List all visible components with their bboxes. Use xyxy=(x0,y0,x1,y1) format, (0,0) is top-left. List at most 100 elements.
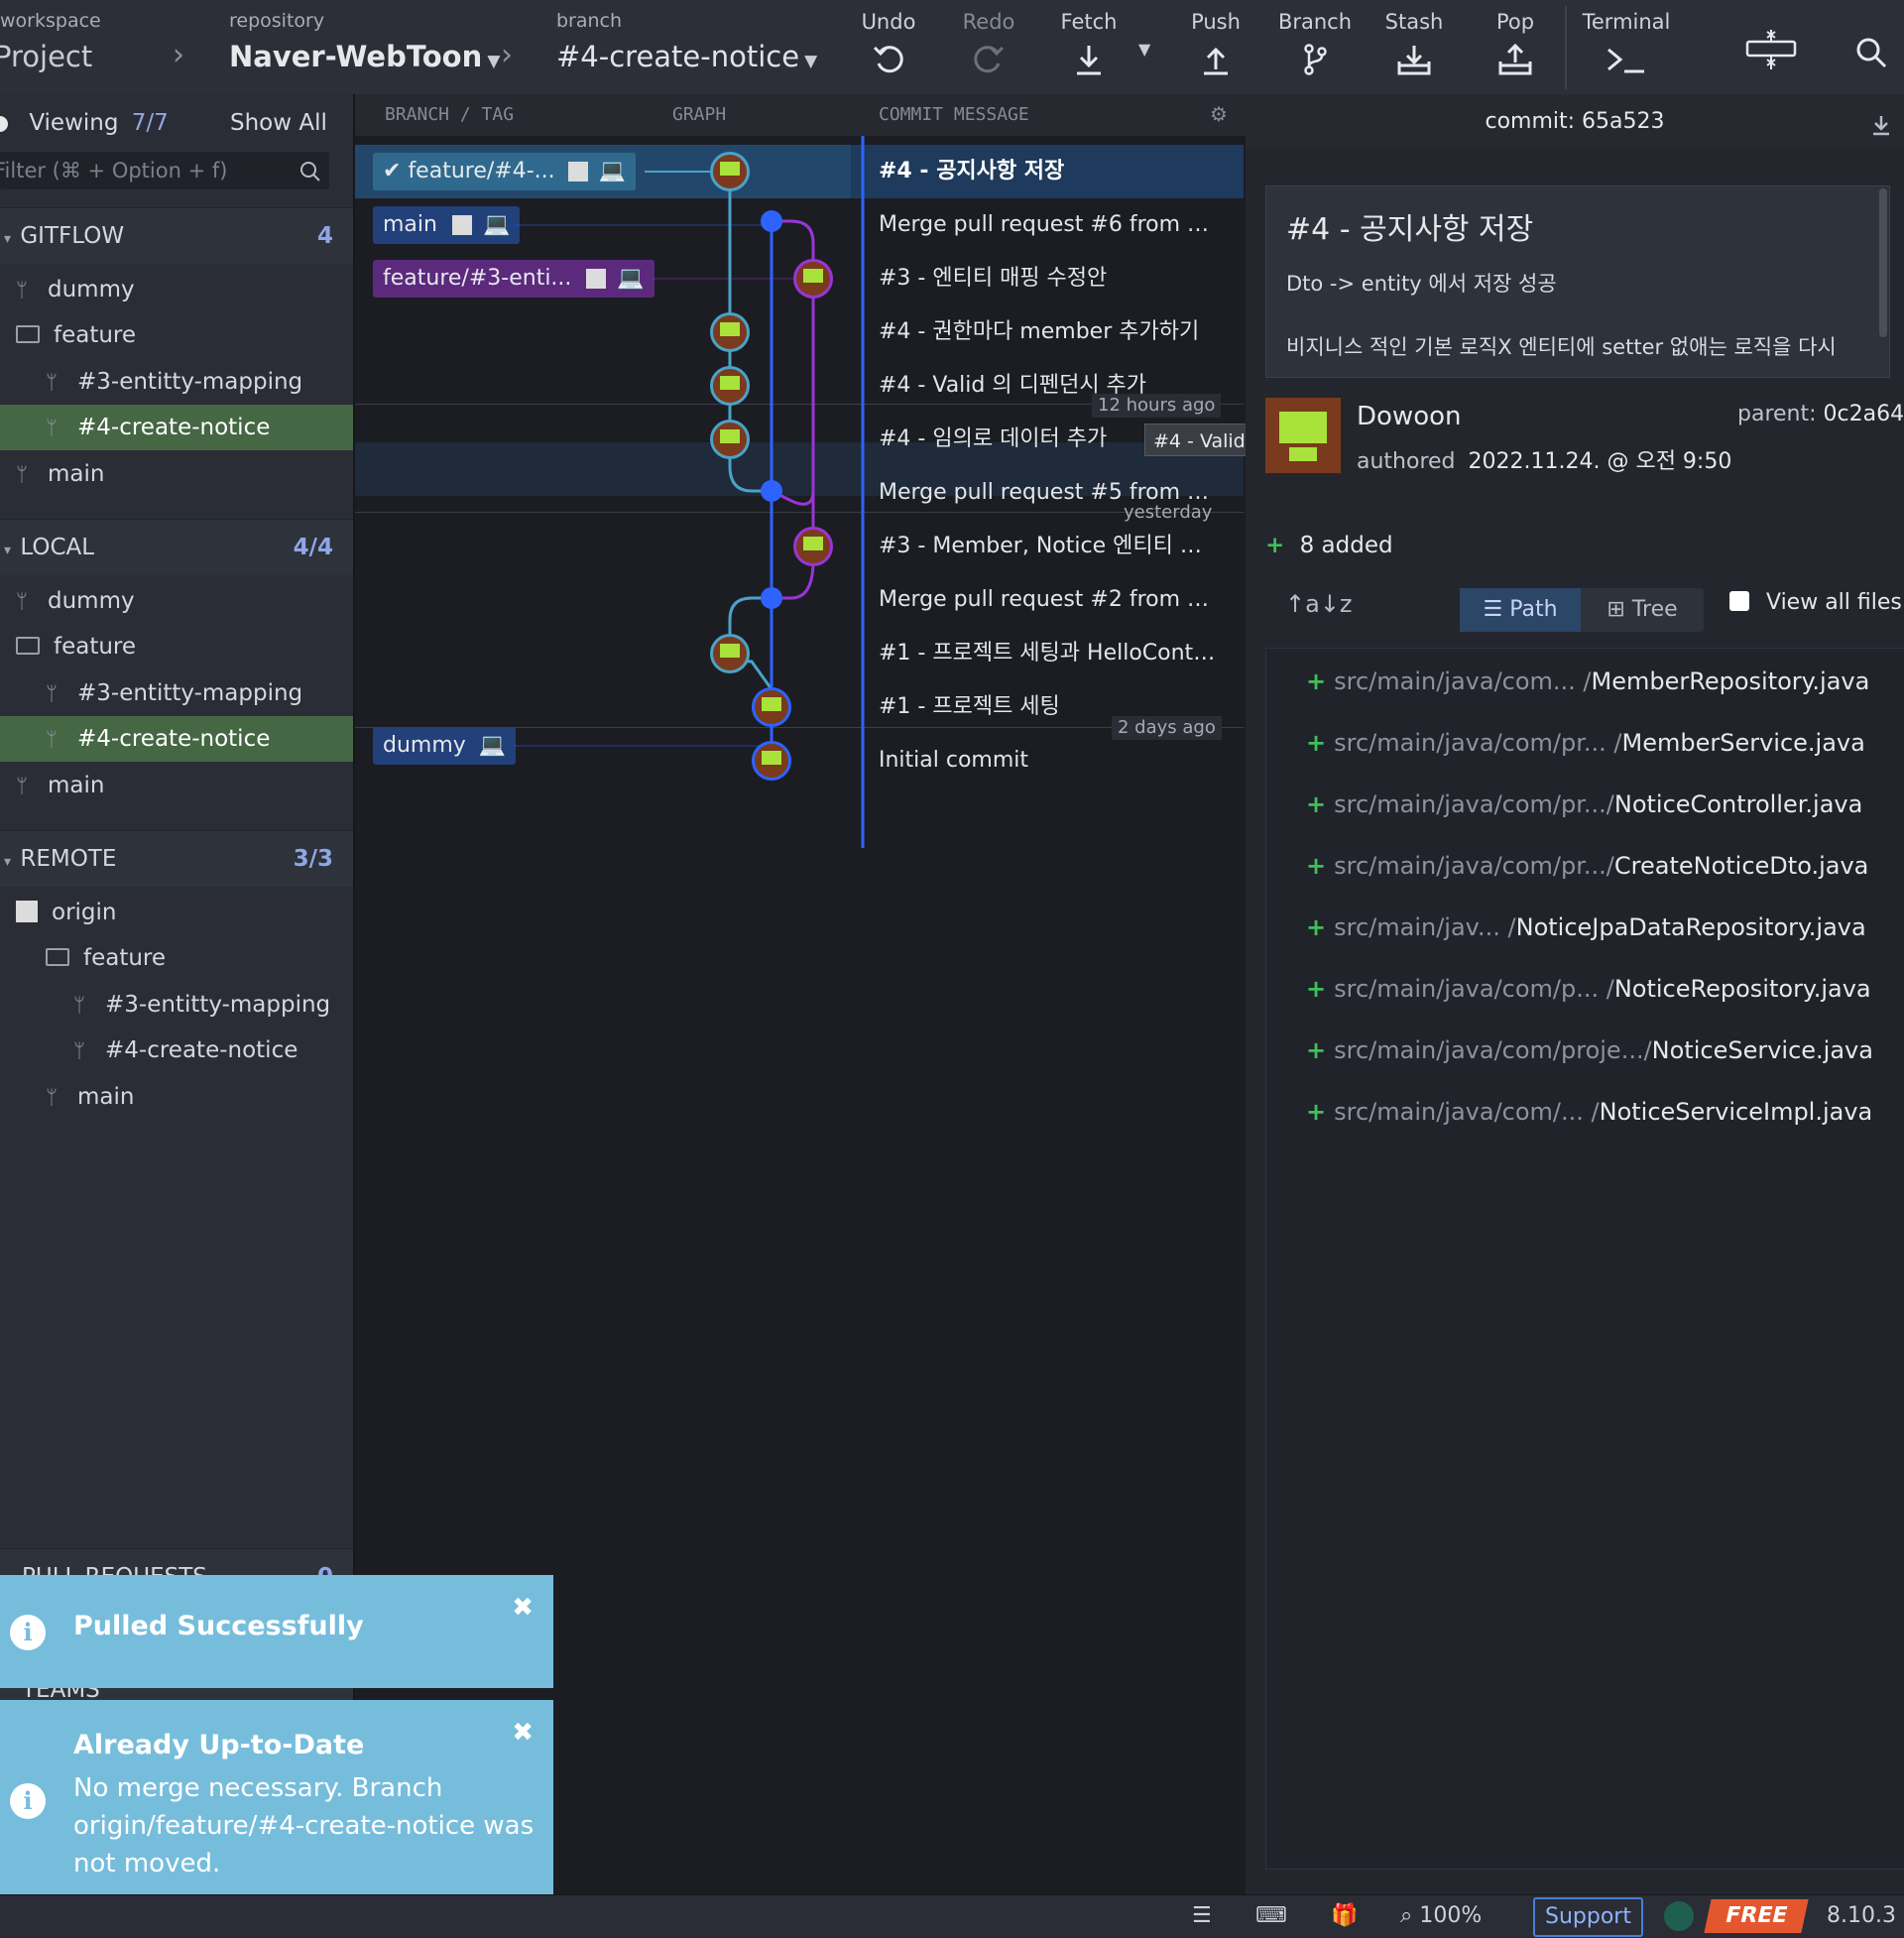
toast-pulled-successfully: i Pulled Successfully ✖ xyxy=(0,1575,553,1688)
file-row[interactable]: + src/main/java/com/p... /NoticeRepositor… xyxy=(1306,958,1904,1020)
remote-section-header[interactable]: ▾ REMOTE 3/3 xyxy=(0,830,353,887)
pop-button[interactable]: Pop xyxy=(1466,8,1565,85)
branch-selector[interactable]: #4-create-notice ▼ xyxy=(556,40,817,73)
undo-button[interactable]: Undo xyxy=(839,8,938,85)
remote-item-main[interactable]: ᛘ main xyxy=(0,1074,353,1120)
commit-detail-panel: commit: 65a523 #4 - 공지사항 저장 Dto -> entit… xyxy=(1246,94,1904,1894)
remote-item-feature-folder[interactable]: feature xyxy=(0,935,353,981)
close-icon[interactable]: ✖ xyxy=(512,1593,534,1623)
local-item-main[interactable]: ᛘ main xyxy=(0,763,353,808)
avatar-face xyxy=(762,751,781,765)
view-all-files-checkbox[interactable] xyxy=(1729,591,1749,611)
file-row[interactable]: + src/main/java/com/pr... /MemberService.… xyxy=(1306,712,1904,774)
local-item-4-create-notice[interactable]: ᛘ #4-create-notice xyxy=(0,716,353,762)
file-row[interactable]: + src/main/java/com/proje.../NoticeServic… xyxy=(1306,1020,1904,1081)
info-icon: i xyxy=(10,1783,46,1819)
keyboard-icon[interactable]: ⌨ xyxy=(1255,1903,1287,1928)
file-row[interactable]: + src/main/jav... /NoticeJpaDataRepositor… xyxy=(1306,897,1904,958)
local-item-feature-folder[interactable]: feature xyxy=(0,624,353,669)
keyboard-shortcuts-icon[interactable] xyxy=(1745,28,1797,71)
remote-item-origin[interactable]: origin xyxy=(0,890,353,935)
local-section-header[interactable]: ▾ LOCAL 4/4 xyxy=(0,519,353,575)
commit-sha[interactable]: 65a523 xyxy=(1582,109,1664,134)
workspace-selector[interactable]: Project xyxy=(0,40,92,73)
file-row[interactable]: + src/main/java/com/... /NoticeServiceImp… xyxy=(1306,1081,1904,1143)
added-icon: + xyxy=(1306,1036,1327,1064)
author-name: Dowoon xyxy=(1357,402,1462,431)
remote-item-3-entitty-mapping[interactable]: ᛘ #3-entitty-mapping xyxy=(0,982,353,1028)
redo-button[interactable]: Redo xyxy=(939,8,1038,85)
commit-node-avatar[interactable] xyxy=(710,312,750,352)
branch-icon: ᛘ xyxy=(73,1038,85,1062)
commit-message[interactable]: #1 - 프로젝트 세팅과 HelloContro... xyxy=(879,627,1216,680)
commit-node-avatar[interactable] xyxy=(710,366,750,406)
close-icon[interactable]: ✖ xyxy=(512,1718,534,1748)
commit-message[interactable]: Merge pull request #2 from w... xyxy=(879,573,1216,627)
branch-icon: ᛘ xyxy=(16,589,28,613)
stash-button[interactable]: Stash xyxy=(1365,8,1464,85)
commit-message[interactable]: Merge pull request #6 from w... xyxy=(879,198,1216,252)
parent-sha[interactable]: 0c2a64 xyxy=(1824,402,1904,426)
search-icon[interactable] xyxy=(1854,36,1888,69)
download-icon[interactable] xyxy=(1870,114,1892,136)
path-tab[interactable]: ☰ Path xyxy=(1460,588,1581,632)
fetch-label: Fetch xyxy=(1060,10,1118,34)
toast-title: Already Up-to-Date xyxy=(73,1730,365,1760)
local-item-3-entitty-mapping[interactable]: ᛘ #3-entitty-mapping xyxy=(0,670,353,716)
commit-message[interactable]: #4 - 권한마다 member 추가하기 xyxy=(879,305,1216,359)
added-icon: + xyxy=(1306,1098,1327,1126)
remote-avatar-icon xyxy=(16,900,38,922)
local-item-dummy[interactable]: ᛘ dummy xyxy=(0,578,353,624)
gitflow-item-3-entitty-mapping[interactable]: ᛘ #3-entitty-mapping xyxy=(0,359,353,405)
remote-item-4-create-notice[interactable]: ᛘ #4-create-notice xyxy=(0,1028,353,1073)
gitflow-item-dummy[interactable]: ᛘ dummy xyxy=(0,267,353,312)
commit-message-box[interactable]: #4 - 공지사항 저장 Dto -> entity 에서 저장 성공 비지니스… xyxy=(1265,185,1890,378)
viewing-bar: Viewing 7/7 Show All xyxy=(0,100,353,146)
list-icon[interactable]: ☰ xyxy=(1192,1903,1212,1928)
commit-node-avatar[interactable] xyxy=(793,259,833,299)
commit-message[interactable]: Initial commit xyxy=(879,734,1216,787)
commit-node-avatar[interactable] xyxy=(752,741,791,781)
fetch-dropdown-icon[interactable]: ▼ xyxy=(1138,40,1150,59)
branch-button[interactable]: Branch xyxy=(1265,8,1365,85)
pop-icon xyxy=(1498,43,1532,75)
version-label: 8.10.3 xyxy=(1827,1903,1896,1928)
free-badge[interactable]: FREE xyxy=(1704,1899,1809,1933)
branch-icon: ᛘ xyxy=(46,370,58,394)
commit-node-avatar[interactable] xyxy=(710,152,750,191)
file-row[interactable]: + src/main/java/com... /MemberRepository.… xyxy=(1306,651,1904,712)
avatar-face xyxy=(720,429,740,443)
commit-node-avatar[interactable] xyxy=(752,687,791,727)
commit-message[interactable]: #3 - 엔티티 매핑 수정안 xyxy=(879,252,1216,305)
time-marker: yesterday xyxy=(1124,502,1213,523)
filter-input[interactable]: Filter (⌘ + Option + f) xyxy=(0,152,329,189)
commit-node-avatar[interactable] xyxy=(793,527,833,566)
scrollbar[interactable] xyxy=(1879,188,1887,337)
sort-icon[interactable]: ↑a↓z xyxy=(1285,590,1353,618)
repository-selector[interactable]: Naver-WebToon ▼ xyxy=(229,40,500,73)
added-icon: + xyxy=(1306,667,1327,695)
file-dir: src/main/java/com/p... / xyxy=(1334,975,1614,1003)
collapse-icon: ▾ xyxy=(4,543,12,558)
fetch-button[interactable]: Fetch xyxy=(1039,8,1138,85)
push-icon xyxy=(1204,47,1228,75)
commit-message[interactable]: #4 - 공지사항 저장 xyxy=(879,145,1216,198)
gitflow-item-4-create-notice[interactable]: ᛘ #4-create-notice xyxy=(0,405,353,450)
file-row[interactable]: + src/main/java/com/pr.../CreateNoticeDto… xyxy=(1306,835,1904,897)
gitflow-item-main[interactable]: ᛘ main xyxy=(0,451,353,497)
zoom-control[interactable]: ⌕ 100% xyxy=(1400,1903,1482,1928)
show-all-button[interactable]: Show All xyxy=(230,100,327,146)
commit-node-avatar[interactable] xyxy=(710,634,750,673)
view-all-files[interactable]: View all files xyxy=(1729,590,1902,615)
support-button[interactable]: Support xyxy=(1533,1897,1643,1937)
tree-tab[interactable]: ⊞ Tree xyxy=(1581,588,1704,632)
gitflow-section-header[interactable]: ▾ GITFLOW 4 xyxy=(0,207,353,264)
branch-icon: ᛘ xyxy=(46,681,58,705)
commit-node-avatar[interactable] xyxy=(710,420,750,459)
terminal-button[interactable]: Terminal xyxy=(1577,8,1676,85)
gift-icon[interactable]: 🎁 xyxy=(1331,1903,1358,1928)
gitflow-item-feature-folder[interactable]: feature xyxy=(0,312,353,358)
push-button[interactable]: Push xyxy=(1166,8,1265,85)
file-row[interactable]: + src/main/java/com/pr.../NoticeControlle… xyxy=(1306,774,1904,835)
commit-message[interactable]: #3 - Member, Notice 엔티티 매핑 xyxy=(879,520,1216,573)
